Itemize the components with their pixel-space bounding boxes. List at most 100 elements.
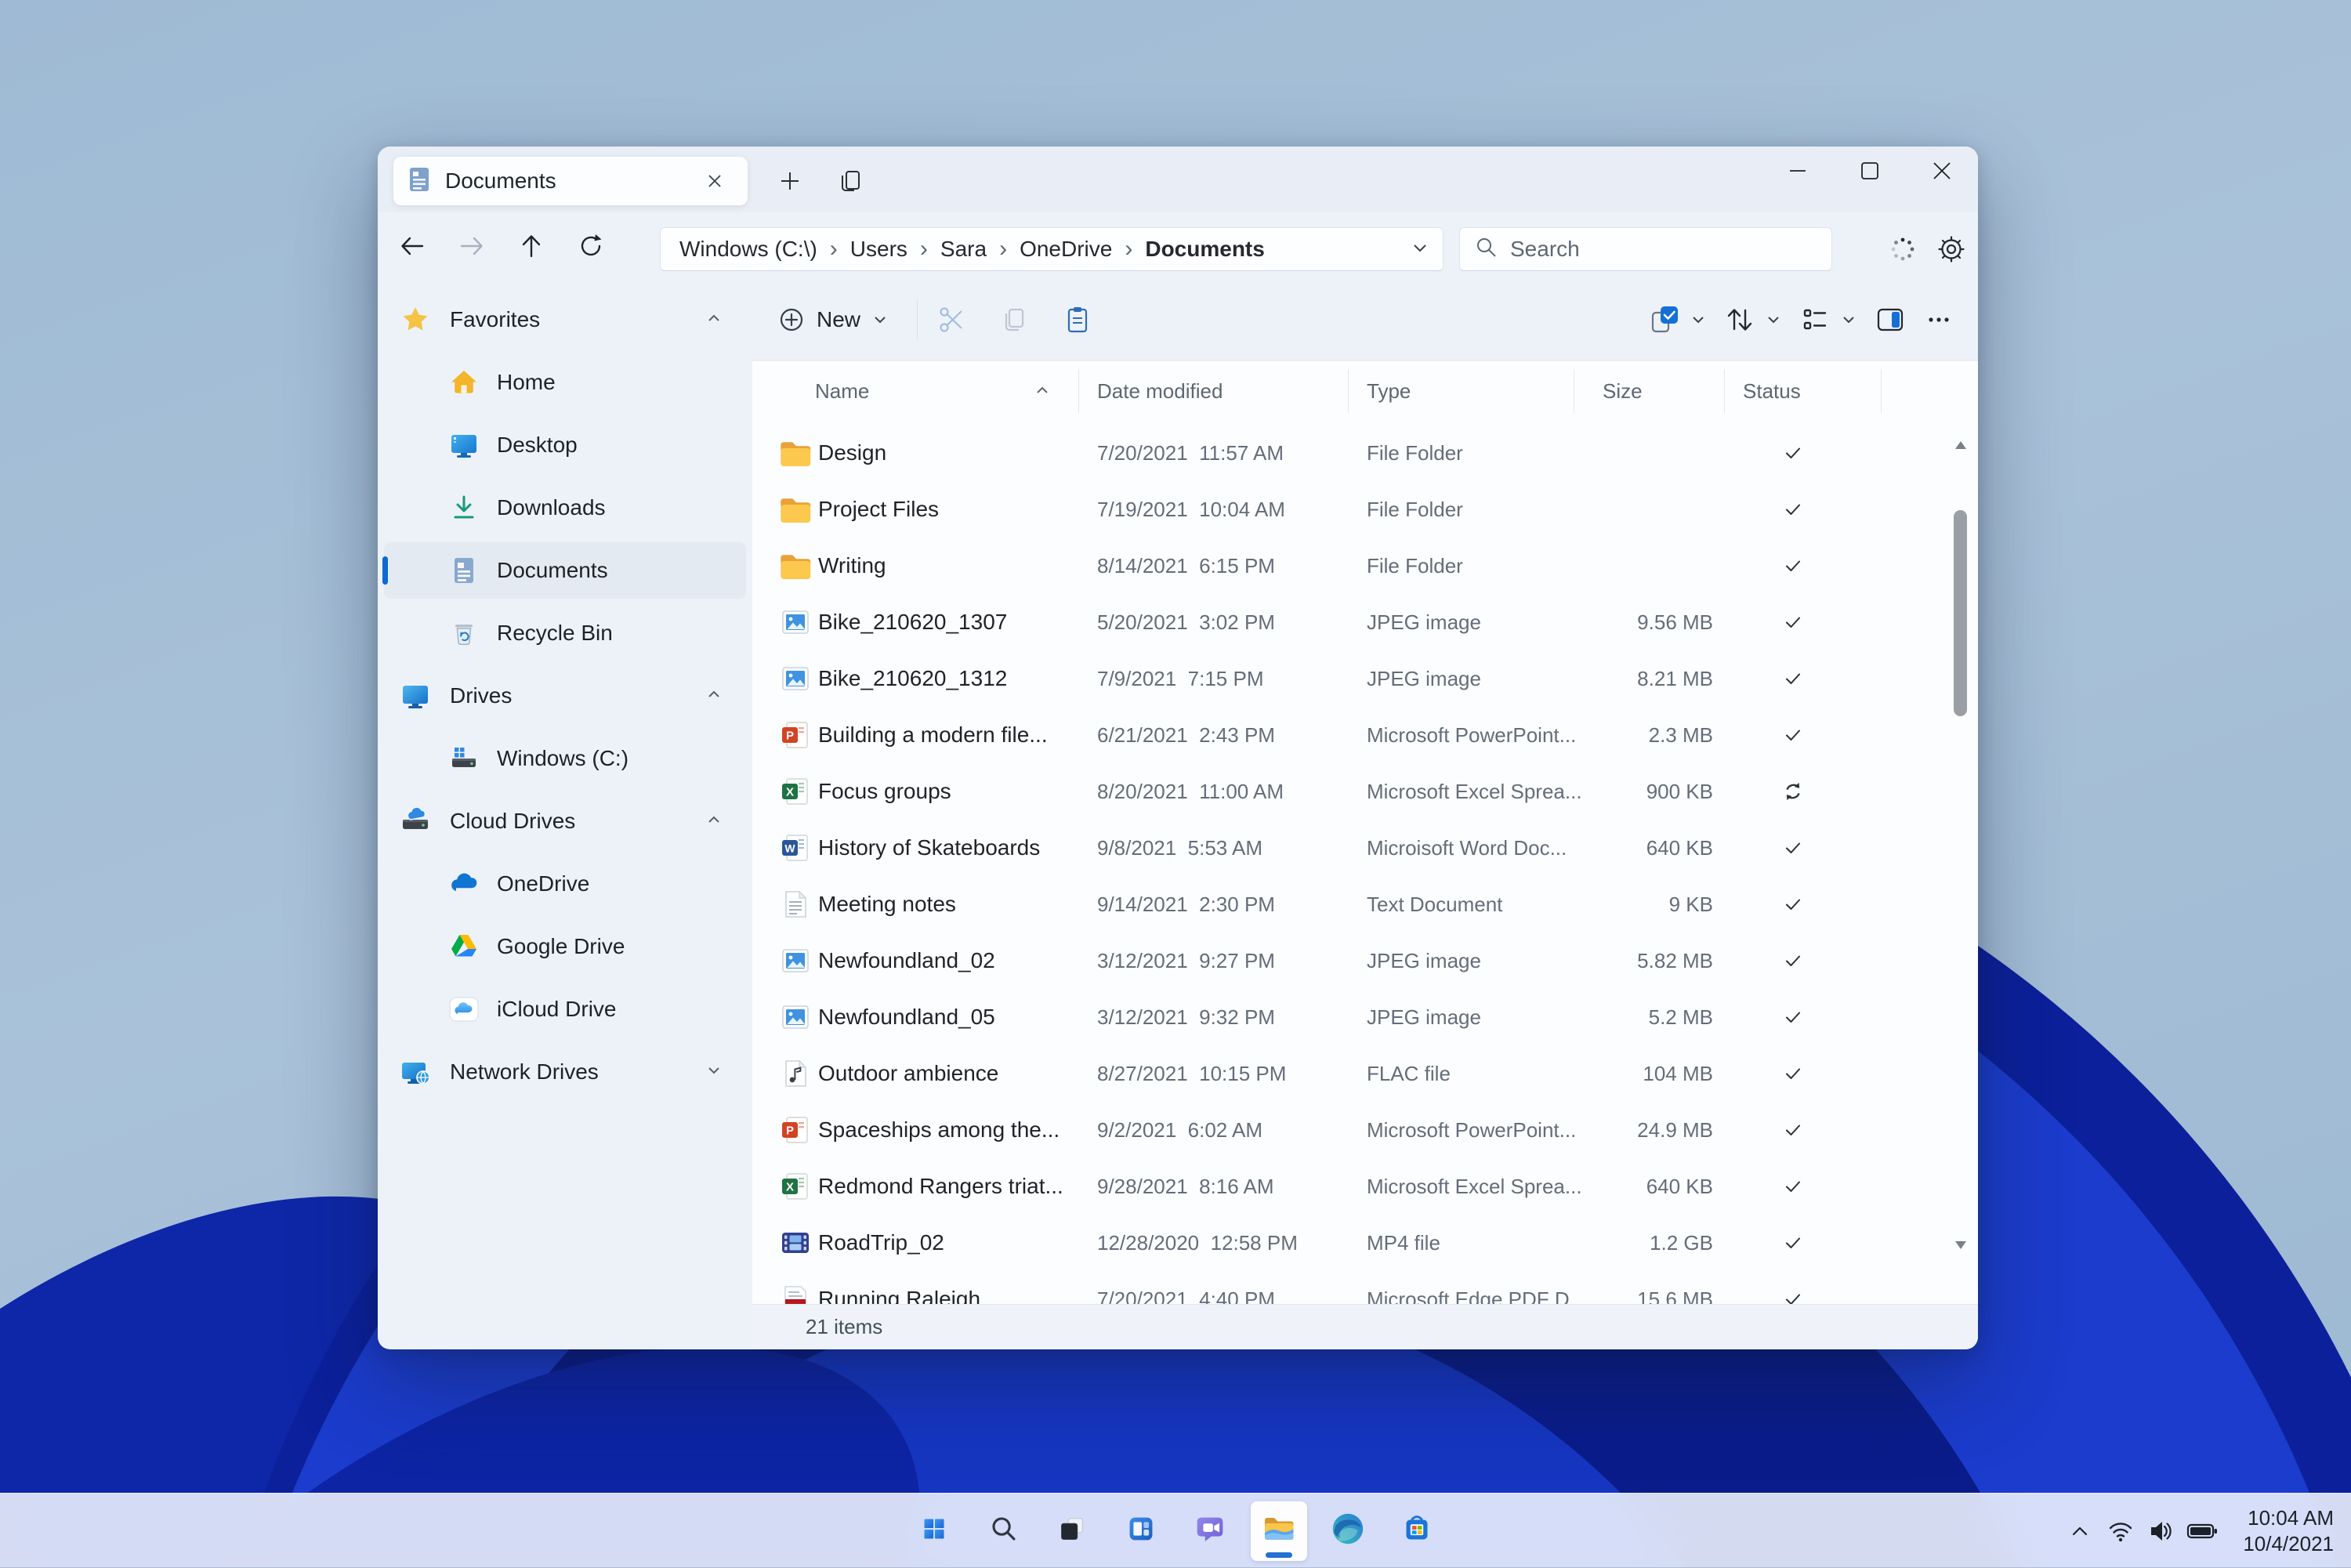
- column-divider[interactable]: [1881, 369, 1882, 413]
- minimize-button[interactable]: [1762, 147, 1834, 195]
- sidebar-item-recycle-bin[interactable]: Recycle Bin: [378, 602, 752, 664]
- breadcrumb-segment[interactable]: Sara: [940, 237, 987, 262]
- address-dropdown-icon[interactable]: [1410, 237, 1430, 262]
- paste-icon[interactable]: [1057, 299, 1098, 340]
- tab-list-button[interactable]: [831, 162, 869, 200]
- column-divider[interactable]: [1348, 369, 1349, 413]
- battery-icon[interactable]: [2182, 1508, 2222, 1555]
- sync-spinner-icon[interactable]: [1884, 230, 1922, 268]
- file-date-modified: 9/14/2021 2:30 PM: [1097, 876, 1275, 932]
- breadcrumb-segment[interactable]: Windows (C:\): [679, 237, 817, 262]
- file-date-modified: 9/2/2021 6:02 AM: [1097, 1102, 1262, 1158]
- sidebar-item-google-drive[interactable]: Google Drive: [378, 915, 752, 978]
- synced-check-icon: [1776, 707, 1810, 763]
- task-view-button[interactable]: [1038, 1500, 1107, 1563]
- table-row[interactable]: Outdoor ambience8/27/2021 10:15 PMFLAC f…: [752, 1045, 1943, 1102]
- sort-dropdown-icon[interactable]: [1760, 311, 1787, 328]
- sort-icon[interactable]: [1719, 299, 1760, 340]
- column-header-name[interactable]: Name: [815, 361, 869, 421]
- breadcrumb-segment[interactable]: OneDrive: [1020, 237, 1112, 262]
- svg-text:X: X: [786, 786, 794, 799]
- widgets-button[interactable]: [1107, 1500, 1176, 1563]
- sidebar-section-cloud-drives[interactable]: Cloud Drives: [378, 790, 752, 853]
- chevron-up-icon[interactable]: [704, 809, 724, 834]
- more-options-icon[interactable]: [1918, 299, 1959, 340]
- chat-button[interactable]: [1176, 1500, 1244, 1563]
- table-row[interactable]: XRedmond Rangers triat...9/28/2021 8:16 …: [752, 1158, 1943, 1215]
- breadcrumb-segment[interactable]: Users: [850, 237, 907, 262]
- forward-icon[interactable]: [447, 224, 497, 268]
- back-icon[interactable]: [387, 224, 437, 268]
- tab-close-icon[interactable]: [696, 162, 734, 200]
- table-row[interactable]: PSpaceships among the...9/2/2021 6:02 AM…: [752, 1102, 1943, 1158]
- scroll-up-icon[interactable]: [1954, 440, 1967, 454]
- table-row[interactable]: Design7/20/2021 11:57 AMFile Folder: [752, 425, 1943, 481]
- address-bar[interactable]: Windows (C:\)›Users›Sara›OneDrive›Docume…: [660, 227, 1444, 271]
- svg-text:P: P: [786, 730, 794, 743]
- file-name: Redmond Rangers triat...: [818, 1158, 1063, 1215]
- maximize-button[interactable]: [1834, 147, 1906, 195]
- table-row[interactable]: RoadTrip_0212/28/2020 12:58 PMMP4 file1.…: [752, 1215, 1943, 1271]
- scroll-down-icon[interactable]: [1954, 1240, 1967, 1254]
- copy-icon[interactable]: [994, 299, 1035, 340]
- sidebar-section-network-drives[interactable]: Network Drives: [378, 1041, 752, 1103]
- table-row[interactable]: Meeting notes9/14/2021 2:30 PMText Docum…: [752, 876, 1943, 932]
- sidebar-item-home[interactable]: Home: [378, 351, 752, 414]
- volume-icon[interactable]: [2141, 1508, 2182, 1555]
- up-icon[interactable]: [506, 224, 556, 268]
- new-tab-button[interactable]: [771, 162, 809, 200]
- table-row[interactable]: Bike_210620_13127/9/2021 7:15 PMJPEG ima…: [752, 650, 1943, 707]
- wifi-icon[interactable]: [2100, 1508, 2141, 1555]
- column-header-size[interactable]: Size: [1603, 361, 1643, 421]
- microsoft-store-button[interactable]: [1382, 1500, 1451, 1563]
- edge-button[interactable]: [1313, 1500, 1382, 1563]
- cut-icon[interactable]: [932, 299, 973, 340]
- view-icon[interactable]: [1795, 299, 1835, 340]
- table-row[interactable]: Writing8/14/2021 6:15 PMFile Folder: [752, 538, 1943, 594]
- search-box[interactable]: Search: [1459, 227, 1832, 271]
- table-row[interactable]: XFocus groups8/20/2021 11:00 AMMicrosoft…: [752, 763, 1943, 820]
- column-header-status[interactable]: Status: [1743, 361, 1801, 421]
- table-row[interactable]: WHistory of Skateboards9/8/2021 5:53 AMM…: [752, 820, 1943, 876]
- google-drive-icon: [447, 929, 481, 964]
- settings-gear-icon[interactable]: [1933, 230, 1970, 268]
- file-explorer-button[interactable]: [1244, 1500, 1313, 1563]
- start-button[interactable]: [900, 1500, 969, 1563]
- select-dropdown-icon[interactable]: [1685, 311, 1712, 328]
- breadcrumb-segment[interactable]: Documents: [1145, 237, 1264, 262]
- sidebar-item-windows-c-[interactable]: Windows (C:): [378, 727, 752, 790]
- hidden-icons-chevron-icon[interactable]: [2059, 1508, 2100, 1555]
- chevron-up-icon[interactable]: [704, 308, 724, 332]
- column-header-type[interactable]: Type: [1367, 361, 1411, 421]
- column-divider[interactable]: [1724, 369, 1725, 413]
- taskbar-search-button[interactable]: [969, 1500, 1038, 1563]
- table-row[interactable]: Project Files7/19/2021 10:04 AMFile Fold…: [752, 481, 1943, 538]
- file-type: JPEG image: [1367, 650, 1481, 707]
- sidebar-item-desktop[interactable]: Desktop: [378, 414, 752, 476]
- sidebar-item-label: Desktop: [497, 433, 752, 458]
- sidebar-item-documents[interactable]: Documents: [378, 539, 752, 602]
- column-header-date[interactable]: Date modified: [1097, 361, 1223, 421]
- sidebar-item-downloads[interactable]: Downloads: [378, 476, 752, 539]
- table-row[interactable]: PBuilding a modern file...6/21/2021 2:43…: [752, 707, 1943, 763]
- close-button[interactable]: [1906, 147, 1978, 195]
- column-divider[interactable]: [1078, 369, 1079, 413]
- sidebar-item-icloud-drive[interactable]: iCloud Drive: [378, 978, 752, 1041]
- chevron-up-icon[interactable]: [704, 684, 724, 708]
- sidebar-section-drives[interactable]: Drives: [378, 664, 752, 727]
- new-button[interactable]: New: [763, 295, 903, 345]
- table-row[interactable]: Running Raleigh7/20/2021 4:40 PMMicrosof…: [752, 1271, 1943, 1304]
- table-row[interactable]: Newfoundland_023/12/2021 9:27 PMJPEG ima…: [752, 932, 1943, 989]
- table-row[interactable]: Newfoundland_053/12/2021 9:32 PMJPEG ima…: [752, 989, 1943, 1045]
- taskbar-clock[interactable]: 10:04 AM 10/4/2021: [2243, 1505, 2334, 1557]
- details-pane-icon[interactable]: [1870, 299, 1911, 340]
- view-dropdown-icon[interactable]: [1835, 311, 1862, 328]
- explorer-tab[interactable]: Documents: [393, 157, 748, 205]
- sidebar-section-favorites[interactable]: Favorites: [378, 288, 752, 351]
- select-icon[interactable]: [1644, 299, 1685, 340]
- sidebar-item-onedrive[interactable]: OneDrive: [378, 853, 752, 915]
- refresh-icon[interactable]: [566, 224, 616, 268]
- scrollbar-thumb[interactable]: [1954, 510, 1967, 716]
- table-row[interactable]: Bike_210620_13075/20/2021 3:02 PMJPEG im…: [752, 594, 1943, 650]
- chevron-down-icon[interactable]: [704, 1060, 724, 1085]
